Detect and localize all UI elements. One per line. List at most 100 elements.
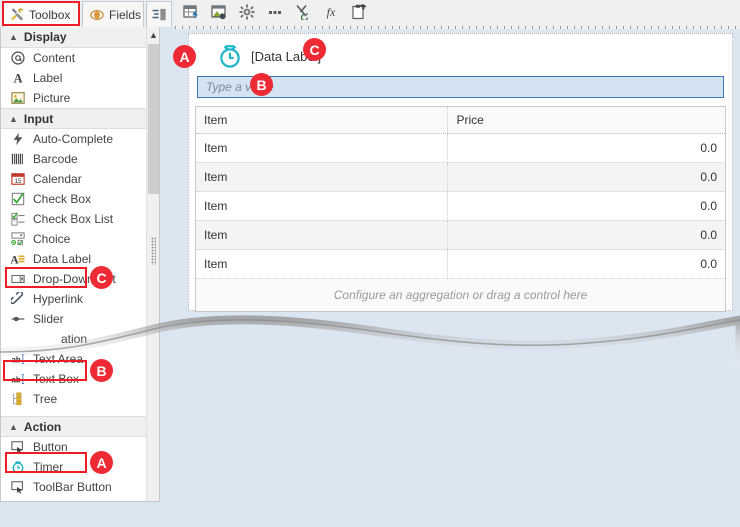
toolbox-panel: ▲ Display Content A Label Picture ▲ Inpu…	[0, 27, 160, 502]
item-label: Timer	[33, 460, 64, 474]
barcode-sidebar-item[interactable]: Barcode	[1, 149, 159, 169]
content-sidebar-item[interactable]: Content	[1, 48, 159, 68]
lightning-icon	[10, 131, 26, 147]
calendar-sidebar-item[interactable]: 15 Calendar	[1, 169, 159, 189]
svg-text:fx: fx	[327, 5, 336, 19]
cell-price: 0.0	[447, 162, 726, 192]
insert-data-region-icon[interactable]	[181, 2, 201, 22]
cell-item: Item	[195, 249, 448, 279]
fields-icon	[89, 7, 105, 23]
item-label: Drop-Down List	[33, 272, 116, 286]
label-sidebar-item[interactable]: A Label	[1, 68, 159, 88]
table-row[interactable]: Item 0.0	[195, 133, 726, 163]
table-row[interactable]: Item 0.0	[195, 162, 726, 192]
slider-icon	[10, 311, 26, 327]
checkbox-list-icon	[10, 211, 26, 227]
scroll-up-icon[interactable]: ▲	[147, 27, 159, 42]
choice-sidebar-item[interactable]: Choice	[1, 229, 159, 249]
group-header-input[interactable]: ▲ Input	[1, 108, 159, 129]
item-label: Text Area	[33, 352, 84, 366]
items-table: Item Price Item 0.0 Item 0.0 Item 0.0 It…	[195, 106, 726, 312]
text-area-icon: ab	[10, 351, 26, 367]
sidebar-scrollbar[interactable]: ▲	[146, 27, 159, 501]
drop-down-list-sidebar-item[interactable]: Drop-Down List	[1, 269, 159, 289]
timer-icon[interactable]	[217, 43, 243, 69]
svg-text:A: A	[11, 254, 19, 266]
auto-complete-sidebar-item[interactable]: Auto-Complete	[1, 129, 159, 149]
table-footer-row[interactable]: Configure an aggregation or drag a contr…	[196, 279, 726, 312]
link-icon	[10, 291, 26, 307]
annotation-sidebar-item[interactable]: ation	[1, 329, 159, 349]
panel-tabstrip: Toolbox Fields	[0, 0, 175, 27]
tab-properties[interactable]	[146, 1, 172, 27]
button-sidebar-item[interactable]: Button	[1, 437, 159, 457]
scrollbar-grip-icon[interactable]	[151, 237, 156, 265]
cell-price: 0.0	[447, 220, 726, 250]
timer-icon	[10, 459, 26, 475]
chevron-up-icon: ▲	[9, 32, 18, 42]
report-designer-surface[interactable]: [Data Label] Type a value Item Price Ite…	[188, 33, 733, 312]
slider-sidebar-item[interactable]: Slider	[1, 309, 159, 329]
tree-icon	[10, 391, 26, 407]
group-header-display[interactable]: ▲ Display	[1, 27, 159, 48]
timer-sidebar-item[interactable]: Timer	[1, 457, 159, 477]
choice-icon	[10, 231, 26, 247]
application-window: Toolbox Fields ▲ Display Content A Label…	[0, 0, 740, 527]
item-label: ToolBar Button	[33, 480, 112, 494]
tools-icon	[9, 7, 25, 23]
cell-item: Item	[195, 220, 448, 250]
insert-image-icon[interactable]	[209, 2, 229, 22]
table-row[interactable]: Item 0.0	[195, 220, 726, 250]
toolbar-button-sidebar-item[interactable]: ToolBar Button	[1, 477, 159, 497]
text-box-icon: ab	[10, 371, 26, 387]
group-title: Action	[23, 419, 62, 434]
item-label: Check Box	[33, 192, 92, 206]
toolbar-button-icon	[10, 479, 26, 495]
cell-item: Item	[195, 191, 448, 221]
column-header-price[interactable]: Price	[447, 106, 726, 134]
calendar-icon: 15	[10, 171, 26, 187]
check-box-list-sidebar-item[interactable]: Check Box List	[1, 209, 159, 229]
tree-sidebar-item[interactable]: Tree	[1, 389, 159, 409]
barcode-icon	[10, 151, 26, 167]
item-label: Content	[33, 51, 76, 65]
text-box-sidebar-item[interactable]: ab Text Box	[1, 369, 159, 389]
data-label-sidebar-item[interactable]: A Data Label	[1, 249, 159, 269]
item-label: Auto-Complete	[33, 132, 114, 146]
scrollbar-thumb[interactable]	[148, 44, 159, 194]
tab-fields-label: Fields	[109, 7, 142, 22]
text-area-sidebar-item[interactable]: ab Text Area	[1, 349, 159, 369]
table-header-row: Item Price	[195, 106, 726, 134]
table-row[interactable]: Item 0.0	[195, 191, 726, 221]
function-fx-icon[interactable]: fx	[321, 2, 341, 22]
designer-value-textbox[interactable]: Type a value	[197, 76, 724, 98]
item-label: Hyperlink	[33, 292, 84, 306]
column-header-item[interactable]: Item	[195, 106, 448, 134]
table-row[interactable]: Item 0.0	[195, 249, 726, 279]
item-label: Slider	[33, 312, 64, 326]
tab-toolbox-label: Toolbox	[29, 7, 71, 22]
picture-sidebar-item[interactable]: Picture	[1, 88, 159, 108]
aggregation-dropzone[interactable]: Configure an aggregation or drag a contr…	[196, 279, 725, 311]
tab-fields[interactable]: Fields	[82, 1, 144, 27]
cell-price: 0.0	[447, 133, 726, 163]
tab-toolbox[interactable]: Toolbox	[2, 1, 80, 27]
chevron-up-icon: ▲	[9, 421, 18, 432]
cut-refresh-icon[interactable]	[293, 2, 313, 22]
svg-text:15: 15	[15, 178, 22, 185]
cell-price: 0.0	[447, 191, 726, 221]
button-icon	[10, 439, 26, 455]
group-header-action[interactable]: ▲ Action	[1, 416, 159, 437]
designer-toolbar: fx	[175, 0, 740, 24]
item-label: Choice	[33, 232, 71, 246]
check-box-sidebar-item[interactable]: Check Box	[1, 189, 159, 209]
paste-icon[interactable]	[349, 2, 369, 22]
svg-text:ab: ab	[11, 376, 20, 385]
more-options-icon[interactable]	[265, 2, 285, 22]
group-title: Display	[23, 30, 67, 44]
designer-data-label-row[interactable]: [Data Label]	[195, 40, 726, 72]
hyperlink-sidebar-item[interactable]: Hyperlink	[1, 289, 159, 309]
settings-gear-icon[interactable]	[237, 2, 257, 22]
data-label-icon: A	[10, 251, 26, 267]
chevron-up-icon: ▲	[9, 113, 18, 124]
